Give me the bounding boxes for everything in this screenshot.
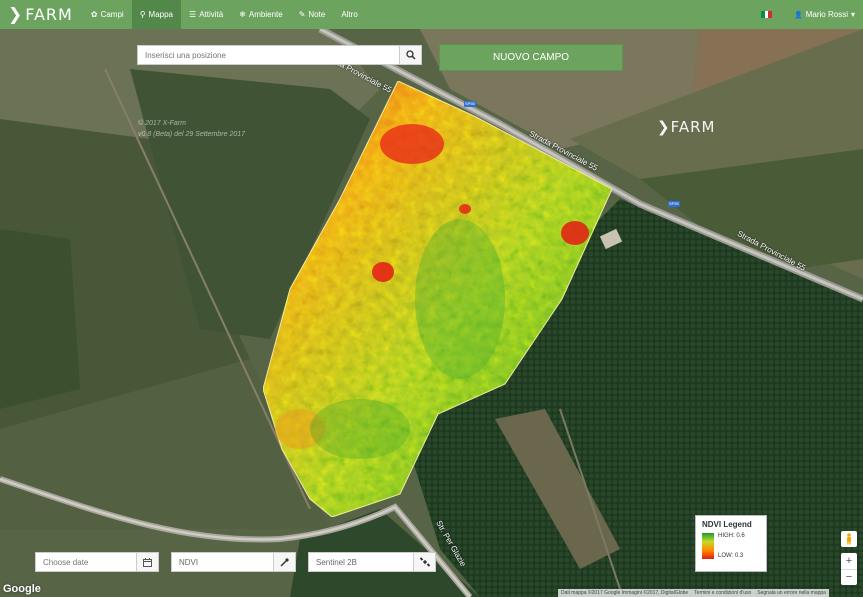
search-icon — [405, 50, 416, 60]
nav-label: Altro — [341, 10, 358, 19]
report-error-link[interactable]: Segnala un errore nella mappa — [757, 590, 826, 596]
copyright-note: © 2017 X-Farm v0.8 (Beta) del 29 Settemb… — [138, 118, 245, 140]
nav-item-mappa[interactable]: ⚲ Mappa — [131, 0, 182, 29]
nav-label: Note — [308, 10, 326, 19]
copyright-line: © 2017 X-Farm — [138, 120, 186, 127]
satellite-icon — [419, 557, 430, 567]
map-watermark-logo: ❯FARM — [657, 118, 716, 136]
index-selector — [171, 552, 296, 572]
zoom-in-button[interactable]: + — [841, 553, 857, 570]
nav-label: Ambiente — [248, 10, 283, 19]
legend-color-bar — [702, 533, 714, 559]
calendar-button[interactable] — [136, 553, 158, 571]
calendar-icon — [143, 557, 152, 567]
eyedropper-button[interactable] — [273, 553, 295, 571]
map-attribution: Dati mappa ©2017 Google Immagini ©2017, … — [558, 589, 829, 597]
user-name: Mario Rossi — [805, 10, 848, 19]
nav-item-altro[interactable]: Altro — [333, 0, 365, 29]
satellite-button[interactable] — [413, 553, 435, 571]
legend-low: LOW: 0.3 — [718, 553, 744, 559]
google-logo: Google — [3, 583, 41, 595]
search-input[interactable] — [138, 46, 399, 64]
nav-item-note[interactable]: ✎ Note — [291, 0, 334, 29]
road-badge: SP55 — [669, 201, 679, 206]
legend-high: HIGH: 0.6 — [718, 533, 745, 539]
nav-item-campi[interactable]: ✿ Campi — [83, 0, 132, 29]
date-input[interactable] — [36, 553, 136, 571]
search-button[interactable] — [399, 46, 421, 64]
ndvi-legend: NDVI Legend HIGH: 0.6 LOW: 0.3 — [695, 515, 767, 572]
italian-flag-icon[interactable] — [761, 11, 773, 18]
nav-item-attivita[interactable]: ☰ Attività — [181, 0, 231, 29]
nav-label: Attività — [199, 10, 224, 19]
zoom-out-button[interactable]: − — [841, 570, 857, 586]
date-picker — [35, 552, 159, 572]
nav-right: 👤 Mario Rossi ▾ — [761, 0, 863, 29]
user-menu[interactable]: 👤 Mario Rossi ▾ — [786, 10, 863, 19]
map-marker-icon: ⚲ — [139, 10, 146, 19]
caret-down-icon: ▾ — [850, 10, 855, 19]
brand-chevron: ❯ — [8, 4, 24, 25]
brand-logo[interactable]: ❯ FARM — [0, 5, 83, 25]
street-view-pegman-icon[interactable] — [841, 531, 857, 547]
drop-icon: ❄ — [239, 10, 246, 19]
list-icon: ☰ — [189, 10, 197, 19]
nav-label: Mappa — [148, 10, 174, 19]
brand-name: FARM — [25, 5, 73, 24]
index-input[interactable] — [172, 553, 273, 571]
road-badge: SP55 — [465, 101, 475, 106]
location-search — [137, 45, 422, 65]
satellite-map[interactable]: Strada Provinciale 55 Strada Provinciale… — [0, 29, 863, 597]
nav-label: Campi — [100, 10, 124, 19]
map-imagery — [0, 29, 863, 597]
edit-icon: ✎ — [298, 10, 306, 19]
top-navbar: ❯ FARM ✿ Campi ⚲ Mappa ☰ Attività ❄ Ambi… — [0, 0, 863, 29]
zoom-control: + − — [841, 553, 857, 585]
user-icon: 👤 — [794, 11, 803, 19]
new-field-button[interactable]: NUOVO CAMPO — [439, 44, 623, 71]
terms-link[interactable]: Termini e condizioni d'uso — [694, 590, 751, 596]
satellite-input[interactable] — [309, 553, 413, 571]
satellite-selector — [308, 552, 436, 572]
attribution-data: Dati mappa ©2017 Google Immagini ©2017, … — [561, 590, 689, 596]
legend-title: NDVI Legend — [702, 520, 752, 529]
eyedropper-icon — [280, 557, 289, 566]
sprout-icon: ✿ — [90, 10, 98, 19]
nav-item-ambiente[interactable]: ❄ Ambiente — [231, 0, 291, 29]
version-line: v0.8 (Beta) del 29 Settembre 2017 — [138, 131, 246, 138]
